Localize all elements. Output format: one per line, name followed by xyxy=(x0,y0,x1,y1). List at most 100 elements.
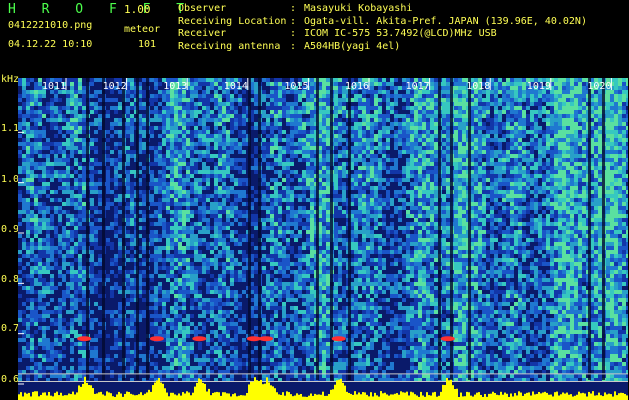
amplitude-bar xyxy=(194,386,196,400)
amplitude-bar xyxy=(252,381,254,400)
amplitude-bar xyxy=(368,396,370,400)
amplitude-bar xyxy=(22,396,24,400)
y-axis-label: kHz xyxy=(1,74,20,85)
amplitude-bar xyxy=(60,392,62,400)
amplitude-bar xyxy=(274,388,276,400)
amplitude-bar xyxy=(176,395,178,400)
amplitude-bar xyxy=(444,385,446,400)
amplitude-bar xyxy=(148,389,150,400)
amplitude-bar xyxy=(228,393,230,400)
mode-label: meteor xyxy=(124,24,161,35)
amplitude-bar xyxy=(180,395,182,400)
amplitude-bar xyxy=(70,394,72,400)
amplitude-bar xyxy=(516,395,518,400)
amplitude-bar xyxy=(518,391,520,400)
amplitude-bar xyxy=(248,384,250,400)
amplitude-bar xyxy=(102,394,104,400)
amplitude-bar xyxy=(390,394,392,400)
amplitude-bar xyxy=(616,395,618,400)
amplitude-bar xyxy=(546,392,548,400)
amplitude-bar xyxy=(510,393,512,400)
amplitude-bar xyxy=(610,394,612,400)
amplitude-bar xyxy=(316,394,318,400)
x-tick-label: 1013 xyxy=(163,81,187,92)
amplitude-bar xyxy=(594,395,596,400)
amplitude-bar xyxy=(226,393,228,400)
amplitude-bar xyxy=(130,393,132,400)
amplitude-bar xyxy=(272,386,274,400)
amplitude-bar xyxy=(588,391,590,400)
amplitude-bar xyxy=(298,394,300,400)
info-row-antenna: Receiving antenna: A504HB(yagi 4el) xyxy=(178,41,587,54)
amplitude-bar xyxy=(488,393,490,400)
amplitude-bar xyxy=(30,396,32,400)
amplitude-bar xyxy=(40,394,42,400)
amplitude-bar xyxy=(556,391,558,400)
meteor-echo xyxy=(246,336,261,342)
amplitude-bar xyxy=(300,393,302,400)
y-tick-label: 0.8 xyxy=(1,274,20,285)
amplitude-bar xyxy=(128,391,130,400)
amplitude-bar xyxy=(52,396,54,400)
amplitude-bar xyxy=(334,384,336,400)
amplitude-bar xyxy=(406,391,408,400)
amplitude-bar xyxy=(324,395,326,400)
amplitude-bar xyxy=(64,395,66,400)
amplitude-bar xyxy=(378,396,380,400)
amplitude-bar xyxy=(138,394,140,400)
amplitude-bar xyxy=(42,392,44,400)
info-sep: : xyxy=(290,40,297,52)
amplitude-bar xyxy=(24,392,26,400)
amplitude-bar xyxy=(110,393,112,400)
amplitude-bar xyxy=(454,389,456,400)
amplitude-bar xyxy=(596,395,598,400)
amplitude-bar xyxy=(66,395,68,400)
amplitude-bar xyxy=(134,395,136,400)
amplitude-bar xyxy=(244,395,246,400)
amplitude-bar xyxy=(46,395,48,400)
amplitude-bar xyxy=(430,395,432,400)
amplitude-bar xyxy=(182,392,184,400)
x-tick-label: 1017 xyxy=(406,81,430,92)
amplitude-bar xyxy=(380,391,382,400)
amplitude-bar xyxy=(318,394,320,400)
amplitude-bar xyxy=(276,392,278,400)
amplitude-bar xyxy=(494,393,496,400)
amplitude-bar xyxy=(44,392,46,400)
amplitude-bar xyxy=(230,396,232,400)
amplitude-bar xyxy=(442,384,444,400)
amplitude-bar xyxy=(350,393,352,400)
amplitude-bar xyxy=(394,393,396,400)
amplitude-bar xyxy=(178,393,180,400)
amplitude-bar xyxy=(336,380,338,400)
amplitude-bar xyxy=(538,391,540,400)
amplitude-bar xyxy=(214,392,216,400)
amplitude-bar xyxy=(428,395,430,400)
amplitude-bar xyxy=(522,395,524,400)
amplitude-bar xyxy=(198,378,200,400)
amplitude-bar xyxy=(512,396,514,400)
amplitude-bar xyxy=(412,392,414,400)
amplitude-bar xyxy=(402,392,404,400)
amplitude-bar xyxy=(540,393,542,400)
amplitude-bar xyxy=(98,392,100,400)
amplitude-bar xyxy=(448,380,450,400)
amplitude-bar xyxy=(106,391,108,400)
amplitude-bar xyxy=(168,396,170,400)
amplitude-bar xyxy=(154,382,156,400)
dark-stripe xyxy=(258,78,261,380)
amplitude-bar xyxy=(544,391,546,400)
amplitude-bar xyxy=(574,395,576,400)
amplitude-bar xyxy=(480,394,482,400)
amplitude-bar xyxy=(116,394,118,400)
amplitude-bar xyxy=(262,384,264,400)
amplitude-bar xyxy=(504,392,506,400)
amplitude-bar xyxy=(84,376,86,400)
amplitude-bar xyxy=(360,394,362,400)
amplitude-bar xyxy=(366,394,368,400)
amplitude-bar xyxy=(330,389,332,400)
amplitude-bar xyxy=(384,392,386,400)
amplitude-bar xyxy=(68,393,70,400)
amplitude-bar xyxy=(260,379,262,400)
y-tick-label: 1.0 xyxy=(1,174,20,185)
